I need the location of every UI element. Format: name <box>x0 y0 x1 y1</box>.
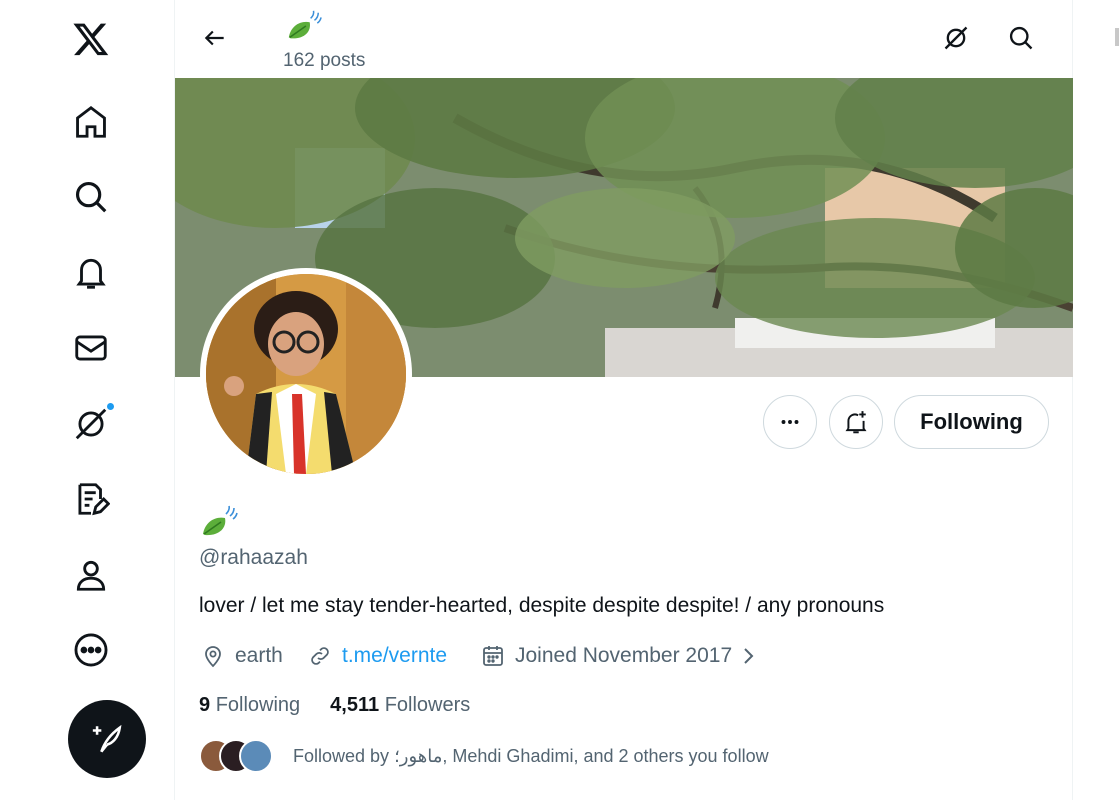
calendar-icon <box>483 646 503 666</box>
followed-by-row[interactable]: Followed by ماهور؛, Mehdi Ghadimi, and 2… <box>199 738 769 774</box>
ellipsis-icon <box>781 420 799 424</box>
profile-bio: lover / let me stay tender-hearted, desp… <box>199 594 885 617</box>
grok-icon[interactable] <box>64 397 118 451</box>
following-label: Following <box>215 694 301 716</box>
location-item: earth <box>201 642 283 670</box>
joined-item[interactable]: Joined November 2017 <box>481 642 760 670</box>
profile-header-bar: 162 posts <box>175 0 1073 78</box>
left-nav <box>0 0 174 800</box>
avatar <box>239 739 273 773</box>
scrollbar-thumb[interactable] <box>1115 28 1119 46</box>
profile-column: 162 posts Following @rahaazah lover / le… <box>174 0 1073 800</box>
followers-label: Followers <box>384 694 471 716</box>
leaf-emoji-icon <box>203 505 238 536</box>
followers-count: 4,511 <box>330 694 380 716</box>
unread-dot-icon <box>105 401 116 412</box>
notify-bell-button[interactable] <box>829 395 883 449</box>
lists-icon[interactable] <box>64 472 118 526</box>
joined-date: Joined November 2017 <box>515 644 733 667</box>
grok-icon[interactable] <box>935 17 977 59</box>
profile-handle: @rahaazah <box>199 546 308 569</box>
post-count: 162 posts <box>283 50 366 71</box>
leaf-emoji-icon <box>288 10 322 39</box>
following-count: 9 <box>199 694 211 716</box>
home-icon[interactable] <box>64 95 118 149</box>
website-link[interactable]: t.me/vernte <box>342 644 447 668</box>
feather-plus-icon <box>92 724 122 753</box>
search-icon[interactable] <box>64 170 118 224</box>
following-count-link[interactable]: 9 Following <box>199 694 300 716</box>
link-icon <box>311 647 329 665</box>
profile-avatar[interactable] <box>200 268 412 480</box>
messages-envelope-icon[interactable] <box>64 321 118 375</box>
back-arrow-icon[interactable] <box>195 18 235 58</box>
chevron-right-icon <box>744 648 754 664</box>
location-pin-icon <box>205 646 221 668</box>
followers-count-link[interactable]: 4,511 Followers <box>330 694 470 716</box>
more-circle-icon[interactable] <box>64 623 118 677</box>
following-button[interactable]: Following <box>894 395 1049 449</box>
website-item[interactable]: t.me/vernte <box>308 642 447 670</box>
location-text: earth <box>235 644 283 667</box>
notifications-bell-icon[interactable] <box>64 246 118 300</box>
search-icon[interactable] <box>1000 17 1042 59</box>
x-logo-icon[interactable] <box>64 12 118 66</box>
bell-plus-icon <box>845 411 867 434</box>
followed-by-text: Followed by ماهور؛, Mehdi Ghadimi, and 2… <box>293 745 769 766</box>
profile-person-icon[interactable] <box>64 548 118 602</box>
follow-counts: 9 Following 4,511 Followers <box>199 694 470 717</box>
compose-post-button[interactable] <box>68 700 146 778</box>
more-options-button[interactable] <box>763 395 817 449</box>
